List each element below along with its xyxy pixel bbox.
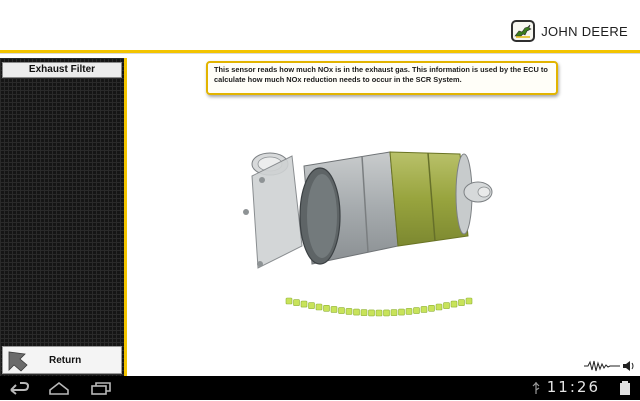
progress-segment: [375, 309, 383, 317]
progress-segment: [435, 303, 443, 311]
usb-icon: [530, 380, 542, 396]
home-icon[interactable]: [48, 380, 70, 396]
progress-segment: [330, 306, 338, 313]
progress-segment: [413, 307, 420, 314]
progress-arc-indicator: [280, 294, 475, 320]
return-button[interactable]: Return: [2, 346, 122, 374]
progress-segment: [308, 302, 315, 309]
exhaust-filter-illustration: [232, 146, 502, 280]
battery-icon: [618, 380, 632, 396]
progress-segment: [450, 300, 458, 308]
progress-segment: [353, 308, 360, 316]
recent-apps-icon[interactable]: [90, 380, 114, 396]
sidebar-panel: [0, 58, 126, 376]
deer-logo-icon: [511, 20, 536, 42]
progress-segment: [428, 305, 435, 312]
return-label: Return: [49, 355, 82, 366]
brand-logo: JOHN DEERE: [511, 19, 628, 43]
progress-segment: [338, 307, 345, 314]
progress-segment: [300, 300, 308, 308]
system-nav-bar: 11:26: [0, 376, 640, 400]
progress-segment: [368, 309, 375, 317]
progress-segment: [465, 297, 473, 305]
audio-wave-icon[interactable]: [582, 358, 636, 374]
progress-segment: [398, 308, 405, 316]
progress-segment: [285, 297, 293, 305]
progress-segment: [293, 299, 300, 306]
progress-segment: [323, 305, 330, 312]
progress-segment: [405, 308, 413, 315]
brand-name: JOHN DEERE: [541, 23, 628, 39]
progress-segment: [345, 308, 353, 315]
progress-segment: [383, 309, 390, 317]
progress-segment: [443, 302, 450, 309]
back-icon[interactable]: [8, 380, 30, 396]
app-header: JOHN DEERE: [0, 0, 640, 50]
progress-segment: [420, 306, 428, 313]
progress-segment: [315, 303, 323, 311]
progress-segment: [360, 309, 368, 316]
sidebar-title: Exhaust Filter: [2, 62, 122, 78]
info-callout: This sensor reads how much NOx is in the…: [206, 61, 558, 95]
status-clock: 11:26: [546, 378, 600, 396]
back-arrow-icon: [7, 350, 31, 377]
progress-segment: [390, 309, 398, 316]
progress-segment: [458, 299, 465, 306]
